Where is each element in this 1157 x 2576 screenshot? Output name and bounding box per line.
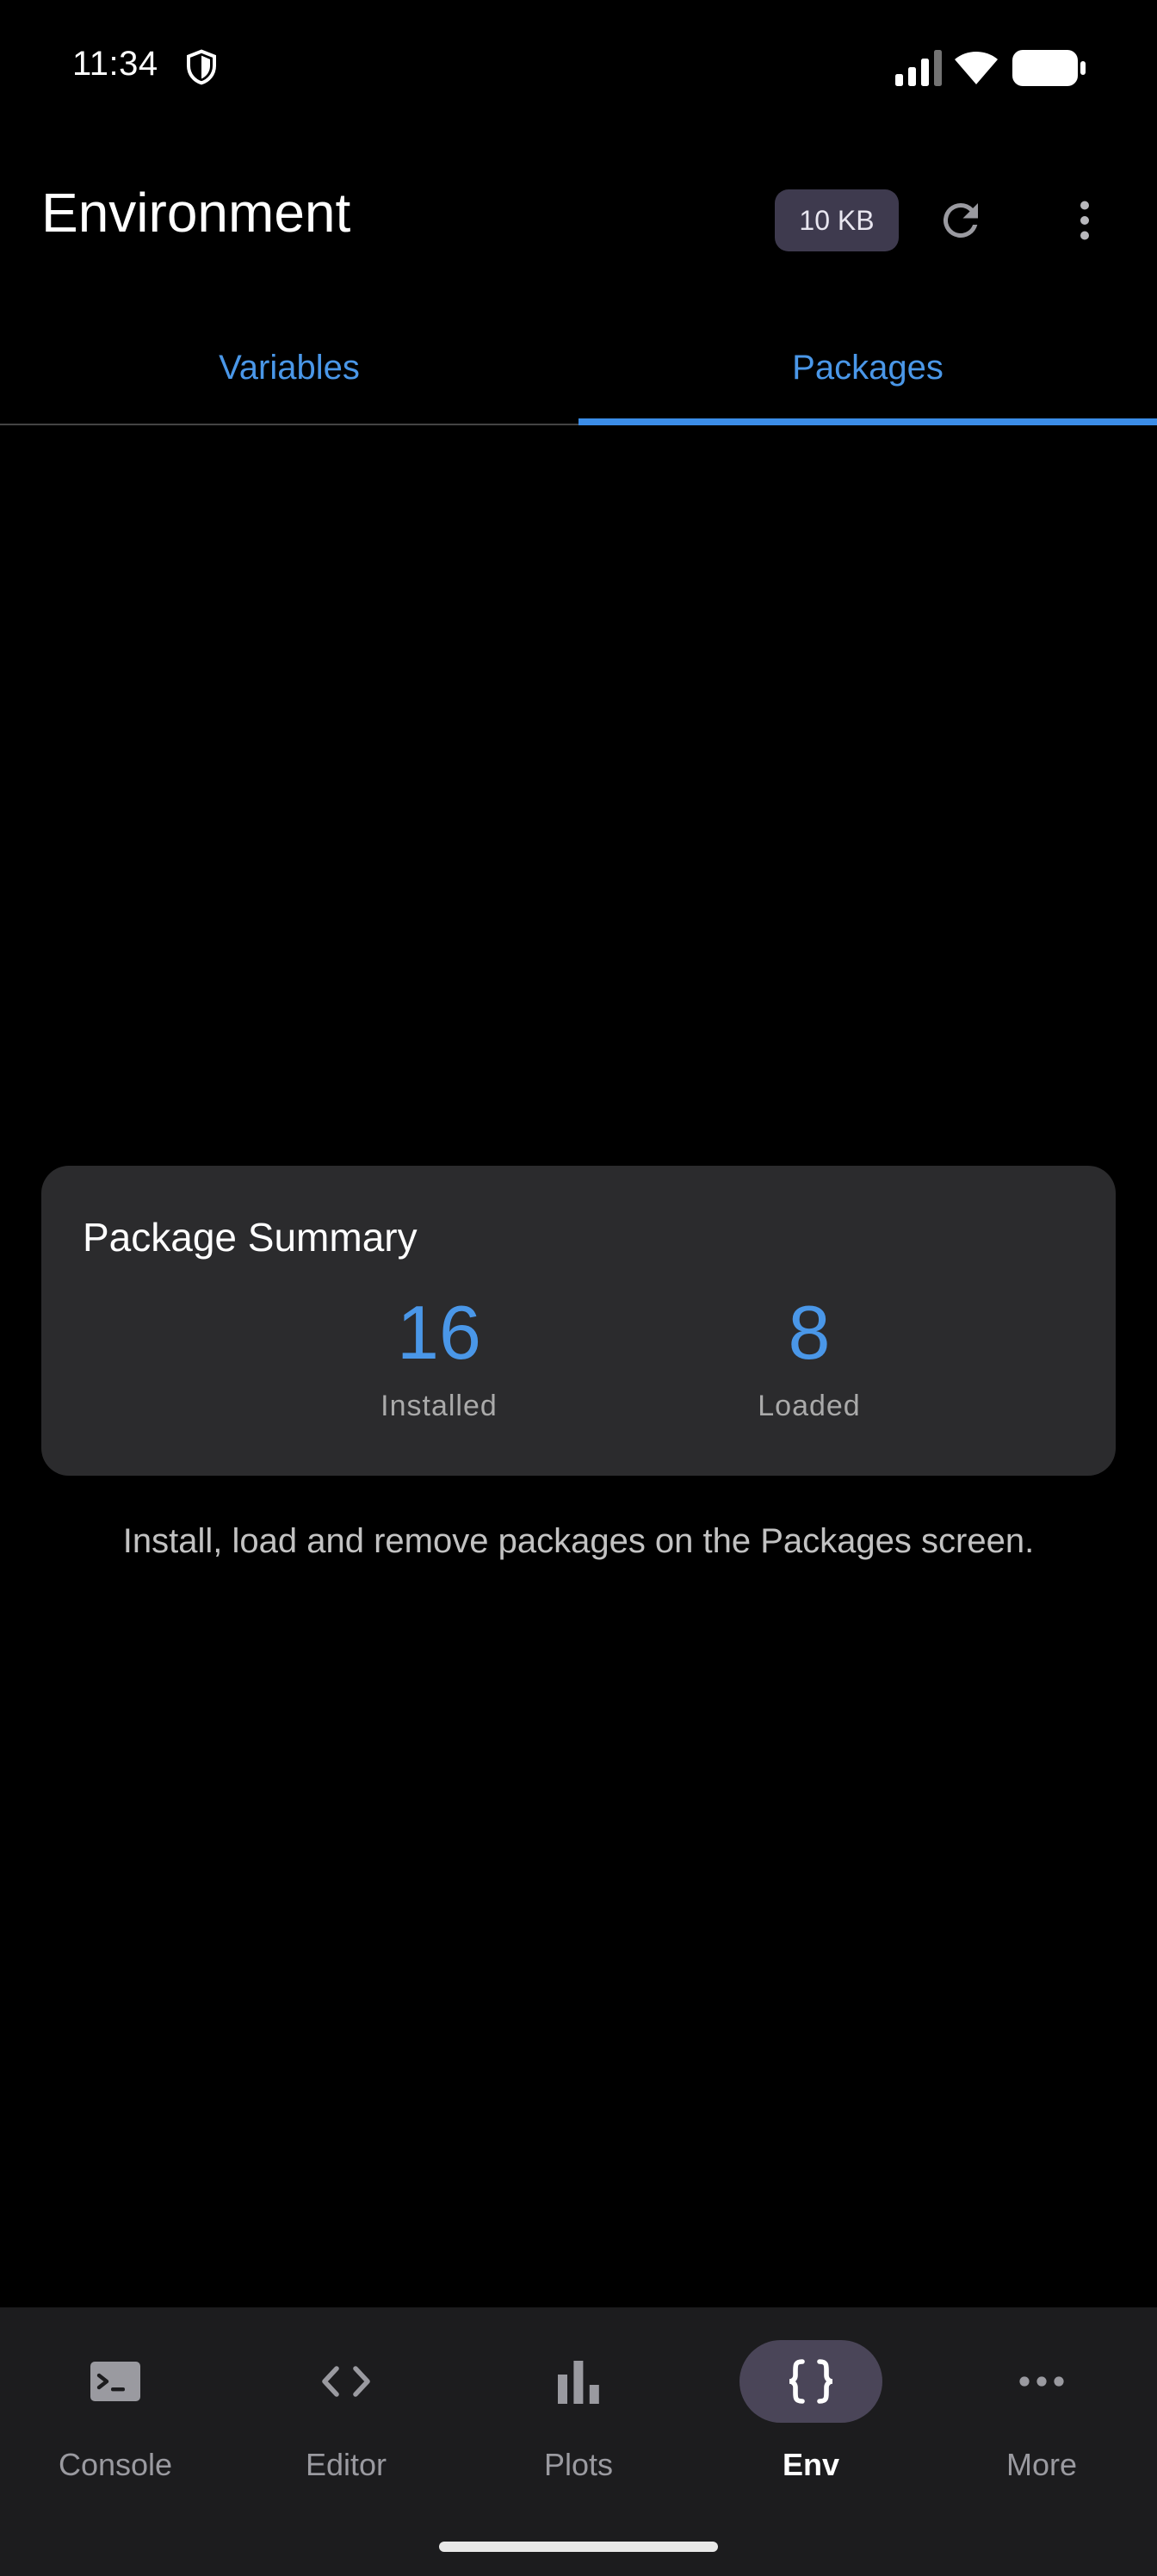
card-title: Package Summary: [83, 1215, 418, 1260]
more-horizontal-icon: [1019, 2376, 1064, 2387]
nav-label-editor: Editor: [305, 2447, 387, 2482]
wifi-icon: [955, 52, 998, 84]
package-summary-card: Package Summary 16 Installed 8 Loaded: [41, 1166, 1116, 1476]
app-bar: Environment 10 KB: [0, 164, 1157, 276]
status-time: 11:34: [72, 45, 158, 83]
packages-hint-text: Install, load and remove packages on the…: [122, 1522, 1035, 1560]
battery-icon: [1012, 50, 1086, 86]
status-bar: 11:34: [0, 0, 1157, 138]
environment-screen: 11:34 Environment 10 KB Variables Packag…: [0, 0, 1157, 2576]
memory-usage-badge[interactable]: 10 KB: [775, 189, 899, 251]
nav-item-env[interactable]: Env: [696, 2307, 926, 2505]
nav-icon-container: [44, 2340, 187, 2423]
nav-item-console[interactable]: Console: [0, 2307, 231, 2505]
bar-chart-icon: [558, 2361, 599, 2404]
more-vertical-icon: [1080, 201, 1089, 240]
nav-icon-container: [507, 2340, 650, 2423]
shield-icon: [187, 49, 216, 85]
loaded-label: Loaded: [758, 1390, 861, 1422]
overflow-menu-button[interactable]: [1050, 186, 1119, 255]
tab-bar: Variables Packages: [0, 310, 1157, 425]
code-icon: [322, 2366, 370, 2397]
tab-variables[interactable]: Variables: [0, 310, 578, 425]
loaded-count: 8: [788, 1290, 831, 1375]
loaded-stat: 8 Loaded: [689, 1295, 930, 1423]
nav-item-editor[interactable]: Editor: [231, 2307, 461, 2505]
page-title: Environment: [41, 182, 351, 244]
nav-item-plots[interactable]: Plots: [463, 2307, 694, 2505]
refresh-button[interactable]: [926, 186, 995, 255]
tab-divider: [0, 424, 578, 425]
nav-item-more[interactable]: More: [926, 2307, 1157, 2505]
tab-packages[interactable]: Packages: [578, 310, 1157, 425]
nav-label-console: Console: [58, 2447, 173, 2482]
nav-icon-container-active: [739, 2340, 882, 2423]
installed-stat: 16 Installed: [319, 1295, 560, 1423]
nav-icon-container: [970, 2340, 1113, 2423]
nav-label-env: Env: [782, 2447, 840, 2482]
braces-icon: [789, 2359, 833, 2404]
installed-label: Installed: [381, 1390, 498, 1422]
tab-selected-indicator: [578, 418, 1157, 425]
console-icon: [90, 2362, 140, 2401]
nav-label-more: More: [1005, 2447, 1078, 2482]
bottom-navigation: Console Editor Plots Env More: [0, 2307, 1157, 2576]
nav-label-plots: Plots: [543, 2447, 614, 2482]
installed-count: 16: [397, 1290, 481, 1375]
cellular-signal-icon: [895, 50, 942, 86]
refresh-icon: [943, 202, 978, 238]
nav-icon-container: [275, 2340, 418, 2423]
home-indicator[interactable]: [439, 2542, 718, 2552]
